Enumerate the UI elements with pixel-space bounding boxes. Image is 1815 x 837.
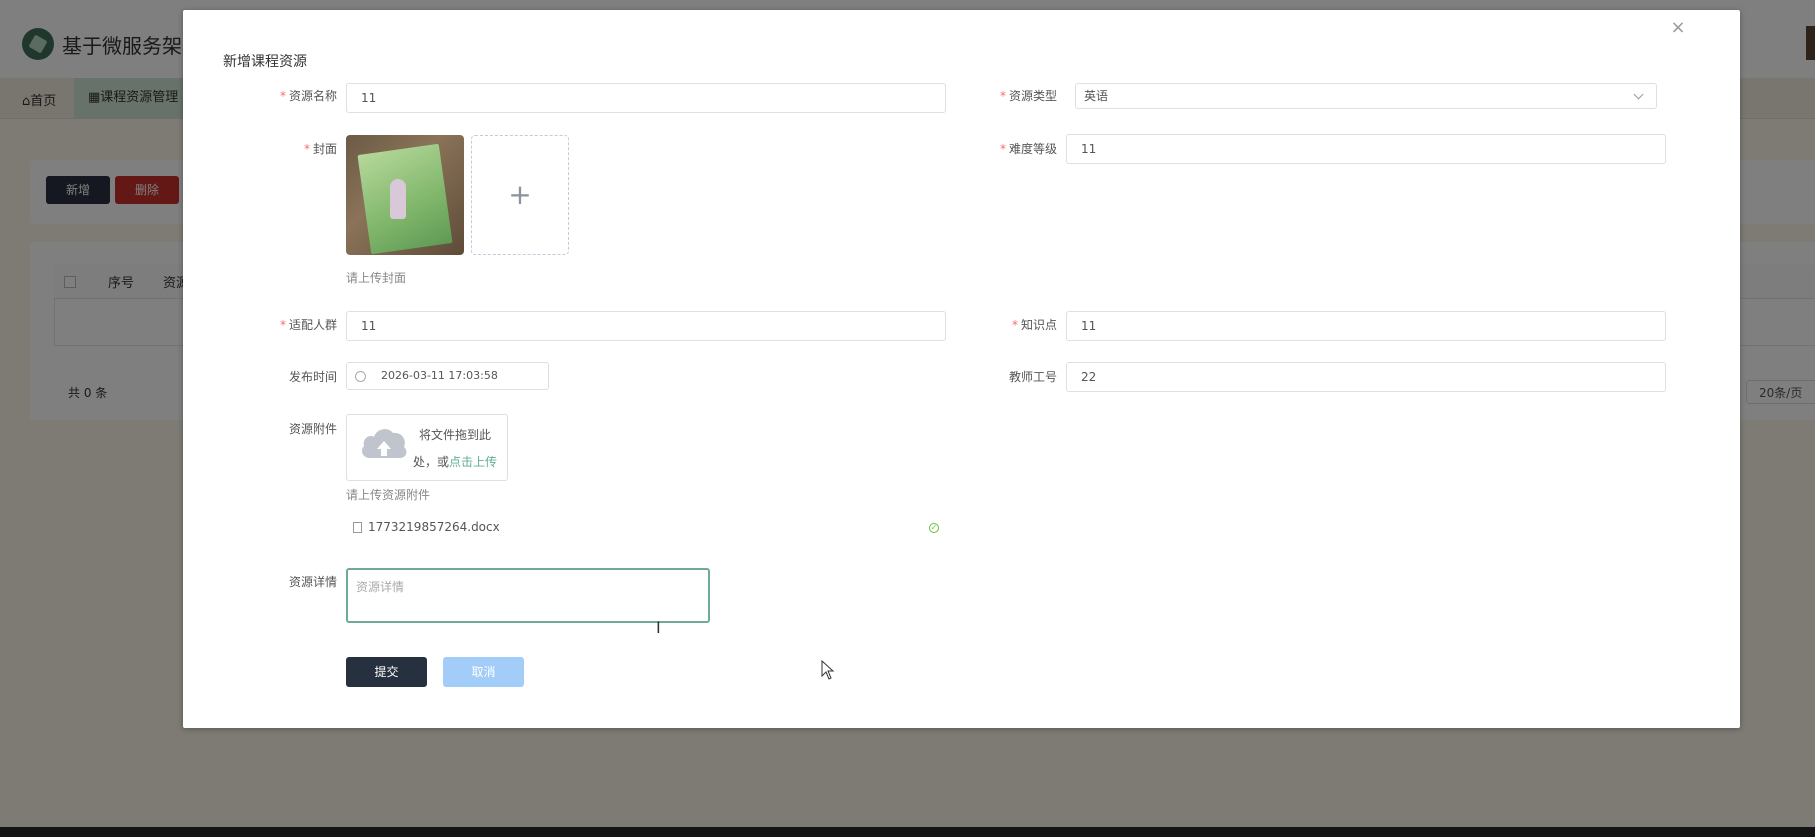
required-mark: *: [999, 142, 1006, 156]
document-icon: [353, 522, 362, 533]
detail-textarea[interactable]: 资源详情: [346, 568, 710, 623]
cover-upload-button[interactable]: +: [471, 135, 569, 255]
chevron-down-icon: [1633, 89, 1644, 100]
difficulty-label-text: 难度等级: [1008, 142, 1057, 156]
cover-label: * 封面: [237, 140, 337, 157]
audience-label: * 适配人群: [237, 316, 337, 333]
text-cursor-icon: I: [656, 618, 661, 637]
submit-button[interactable]: 提交: [346, 657, 427, 687]
dialog-title: 新增课程资源: [223, 54, 307, 70]
cover-tip: 请上传封面: [346, 271, 407, 285]
cancel-button[interactable]: 取消: [443, 657, 524, 687]
required-mark: *: [279, 318, 286, 332]
check-circle-icon: ✓: [929, 523, 939, 533]
cover-label-text: 封面: [312, 142, 337, 156]
audience-label-text: 适配人群: [288, 318, 337, 332]
dropzone-text-1: 将文件拖到此: [419, 428, 492, 442]
knowledge-label-text: 知识点: [1020, 318, 1057, 332]
close-icon[interactable]: ×: [1666, 16, 1690, 40]
publish-time-picker[interactable]: 2026-03-11 17:03:58: [346, 362, 549, 390]
cloud-upload-icon: [362, 429, 407, 458]
required-mark: *: [279, 89, 286, 103]
resource-type-select[interactable]: 英语: [1075, 83, 1657, 109]
knowledge-label: * 知识点: [957, 316, 1057, 333]
resource-name-label: * 资源名称: [237, 87, 337, 104]
plus-icon: +: [508, 178, 532, 211]
detail-label: 资源详情: [288, 575, 337, 589]
attachment-tip: 请上传资源附件: [346, 488, 431, 502]
resource-name-label-text: 资源名称: [288, 89, 337, 103]
teacher-id-label: 教师工号: [1008, 370, 1057, 384]
publish-time-label: 发布时间: [288, 370, 337, 384]
cover-figure-shape: [390, 179, 406, 219]
resource-type-value: 英语: [1084, 89, 1109, 103]
difficulty-label: * 难度等级: [957, 140, 1057, 157]
teacher-id-input[interactable]: 22: [1066, 362, 1666, 392]
dropzone-text-2-prefix: 处，或: [413, 455, 450, 469]
knowledge-input[interactable]: 11: [1066, 311, 1666, 341]
resource-type-label-text: 资源类型: [1008, 89, 1057, 103]
difficulty-input[interactable]: 11: [1066, 134, 1666, 164]
add-resource-dialog: 新增课程资源 × * 资源名称 11 * 资源类型 英语 * 封面 + 请上传封面 *…: [183, 10, 1740, 728]
resource-name-input[interactable]: 11: [346, 83, 946, 113]
required-mark: *: [999, 89, 1006, 103]
audience-input[interactable]: 11: [346, 311, 946, 341]
required-mark: *: [1011, 318, 1018, 332]
dropzone-text-2: 处，或点击上传: [413, 453, 497, 470]
mouse-pointer-icon: [821, 660, 835, 680]
resource-type-label: * 资源类型: [957, 87, 1057, 104]
attachment-label: 资源附件: [288, 422, 337, 436]
required-mark: *: [303, 142, 310, 156]
click-upload-link[interactable]: 点击上传: [449, 455, 497, 469]
cover-image-thumbnail[interactable]: [346, 135, 464, 255]
uploaded-file-name[interactable]: 1773219857264.docx: [368, 520, 500, 534]
